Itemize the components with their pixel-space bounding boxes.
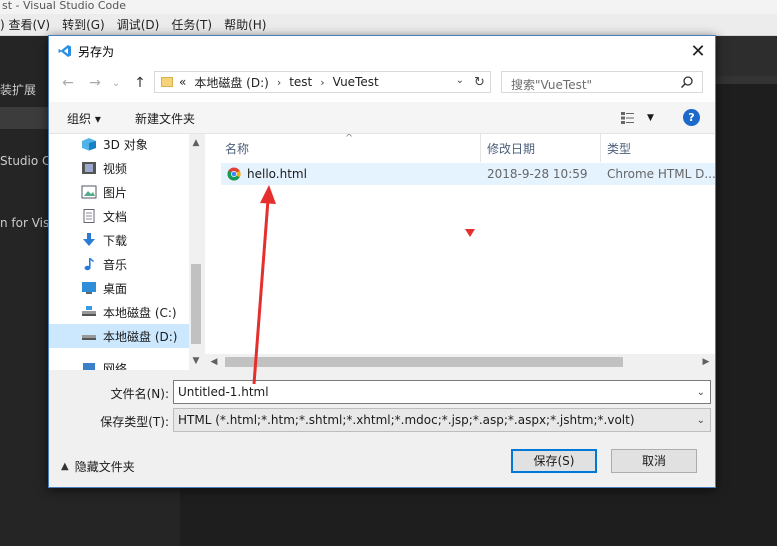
editor-tab-area [715,36,777,76]
tree-item-documents[interactable]: 文档 [49,204,189,228]
chrome-icon [227,167,241,181]
dialog-toolbar: 组织 ▾ 新建文件夹 ▼ ? [49,102,715,134]
column-modified[interactable]: 修改日期 [481,134,601,162]
help-icon[interactable]: ? [683,109,700,126]
extension-item-1[interactable]: Studio C [0,154,50,168]
file-row[interactable]: hello.html 2018-9-28 10:59 Chrome HTML D… [221,163,715,185]
tree-scrollbar[interactable]: ▲ ▼ [189,134,203,370]
chevron-down-icon[interactable]: ⌄ [694,410,705,431]
organize-button[interactable]: 组织 ▾ [67,110,101,127]
scroll-up-icon[interactable]: ▲ [191,138,201,148]
refresh-button[interactable]: ↻ [469,71,491,93]
desktop-icon [82,282,96,294]
refresh-icon: ↻ [474,74,485,90]
hide-folders-toggle[interactable]: ▲ 隐藏文件夹 [61,458,135,475]
sort-ascending-icon: ^ [345,134,354,144]
up-arrow-icon: ↑ [134,75,146,91]
column-name[interactable]: ^ 名称 [205,134,481,162]
menu-help[interactable]: 帮助(H) [224,16,266,33]
tree-item-3d-objects[interactable]: 3D 对象 [49,134,189,156]
forward-button[interactable]: → [85,73,105,93]
breadcrumb-vuetest[interactable]: VueTest [333,75,379,89]
filename-value: Untitled-1.html [178,385,269,399]
file-list: ^ 名称 修改日期 类型 hello.html 2018-9-28 10:59 … [205,134,715,370]
horizontal-scrollbar[interactable]: ◀ ▶ [205,354,715,370]
filename-label: 文件名(N): [110,387,169,401]
menubar: ) 查看(V) 转到(G) 调试(D) 任务(T) 帮助(H) [0,14,777,36]
navigation-pane: 3D 对象 视频 图片 文档 下载 音乐 桌面 本地磁盘 (C:) 本地磁盘 (… [49,134,203,370]
app-title: st - Visual Studio Code [0,0,777,14]
extension-item-2[interactable]: n for Vis [0,216,49,230]
menu-goto[interactable]: 转到(G) [62,16,105,33]
drive-icon [82,306,96,316]
column-type[interactable]: 类型 [601,134,715,162]
tree-item-videos[interactable]: 视频 [49,156,189,180]
chevron-down-icon: ⌄ [111,77,121,89]
scroll-right-icon[interactable]: ▶ [701,357,711,367]
folder-icon [161,77,173,87]
search-icon [680,76,693,89]
search-input[interactable]: 搜索"VueTest" [501,71,703,93]
view-dropdown-icon[interactable]: ▼ [647,113,654,123]
chevron-up-icon: ▲ [61,461,69,472]
tree-scroll-thumb[interactable] [191,264,201,344]
file-modified: 2018-9-28 10:59 [487,167,588,181]
save-button[interactable]: 保存(S) [511,449,597,473]
music-icon [84,258,94,271]
tree-item-network[interactable]: 网络 [49,356,189,370]
close-icon: ✕ [690,40,706,62]
documents-icon [83,209,95,223]
editor-divider [715,76,777,84]
breadcrumb-separator-icon: › [276,75,282,89]
breadcrumb-test[interactable]: test [289,75,312,89]
menu-tasks[interactable]: 任务(T) [171,16,212,33]
back-button[interactable]: ← [58,73,78,93]
chevron-down-icon[interactable]: ⌄ [697,382,705,404]
new-folder-button[interactable]: 新建文件夹 [135,110,195,127]
menu-debug[interactable]: 调试(D) [117,16,160,33]
address-dropdown-icon[interactable]: ⌄ [456,75,464,86]
back-arrow-icon: ← [62,75,74,91]
tree-item-pictures[interactable]: 图片 [49,180,189,204]
up-button[interactable]: ↑ [130,73,150,93]
tree-item-desktop[interactable]: 桌面 [49,276,189,300]
download-icon [83,233,95,246]
extensions-title: 装扩展 [0,83,37,97]
menu-view[interactable]: ) 查看(V) [0,16,50,33]
tree-item-drive-d[interactable]: 本地磁盘 (D:) [49,324,189,348]
cancel-button[interactable]: 取消 [611,449,697,473]
filename-input[interactable]: Untitled-1.html ⌄ [173,380,711,404]
scroll-down-icon[interactable]: ▼ [191,356,201,366]
video-icon [82,162,96,174]
tree-item-music[interactable]: 音乐 [49,252,189,276]
tree-item-downloads[interactable]: 下载 [49,228,189,252]
recent-locations-button[interactable]: ⌄ [109,73,123,93]
dialog-titlebar: 另存为 ✕ [49,36,715,66]
scroll-left-icon[interactable]: ◀ [209,357,219,367]
network-icon [83,363,95,370]
3d-objects-icon [82,138,96,151]
dialog-title: 另存为 [78,44,115,59]
view-options-icon[interactable] [621,112,637,124]
save-as-dialog: 另存为 ✕ ← → ⌄ ↑ « 本地磁盘 (D:) › test › VueTe… [48,35,716,488]
tree-item-drive-c[interactable]: 本地磁盘 (C:) [49,300,189,324]
search-placeholder: 搜索"VueTest" [511,78,593,92]
cursor-marker [465,229,475,237]
file-type: Chrome HTML D... [607,167,715,181]
pictures-icon [81,185,97,199]
filetype-value: HTML (*.html;*.htm;*.shtml;*.xhtml;*.mdo… [178,413,635,427]
breadcrumb-separator-icon: › [320,75,325,89]
breadcrumb-overflow[interactable]: « [179,75,186,89]
address-bar[interactable]: « 本地磁盘 (D:) › test › VueTest ⌄ [154,71,491,93]
vscode-icon [58,45,71,57]
file-name: hello.html [247,167,307,181]
filetype-label: 保存类型(T): [100,415,169,429]
breadcrumb-drive-d[interactable]: 本地磁盘 (D:) [194,74,268,91]
horizontal-scroll-thumb[interactable] [225,357,623,367]
close-button[interactable]: ✕ [681,36,715,66]
filetype-select[interactable]: HTML (*.html;*.htm;*.shtml;*.xhtml;*.mdo… [173,408,711,432]
drive-icon [82,335,96,340]
forward-arrow-icon: → [89,75,101,91]
